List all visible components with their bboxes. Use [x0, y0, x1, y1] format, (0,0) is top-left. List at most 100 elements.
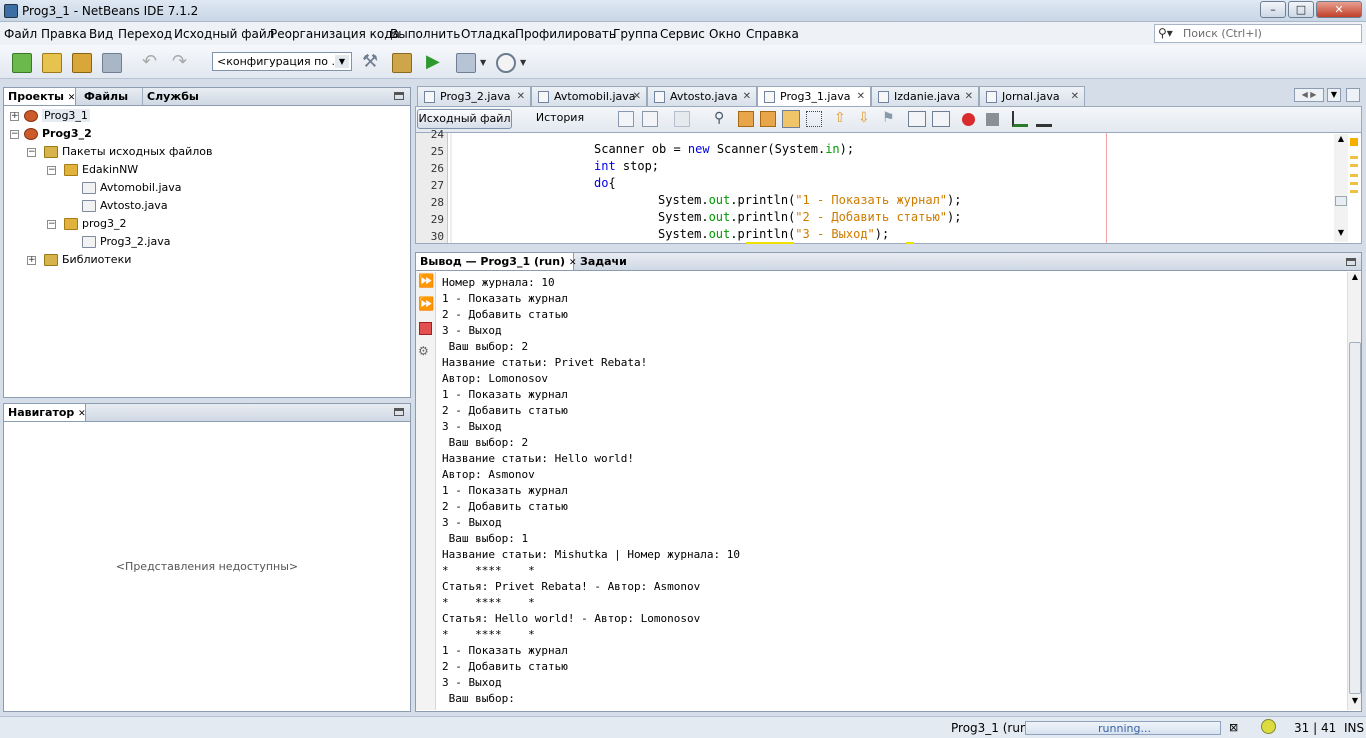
close-icon[interactable]: ✕ — [965, 91, 973, 102]
debug-icon[interactable] — [456, 53, 476, 73]
find-previous-icon[interactable] — [738, 111, 754, 127]
save-all-icon[interactable] — [102, 53, 122, 73]
menu-debug[interactable]: Отладка — [461, 27, 515, 41]
expand-icon[interactable]: + — [10, 112, 19, 121]
tree-item-file[interactable]: Avtosto.java — [82, 199, 168, 212]
minimize-panel-icon[interactable] — [394, 92, 404, 100]
rerun-icon[interactable]: ⏩ — [418, 275, 434, 289]
occurrence-marker[interactable] — [1350, 182, 1358, 185]
menu-file[interactable]: Файл — [4, 27, 37, 41]
forward-icon[interactable] — [674, 111, 690, 127]
close-icon[interactable]: ✕ — [517, 91, 525, 102]
start-macro-icon[interactable] — [962, 113, 975, 126]
occurrence-marker[interactable] — [1350, 156, 1358, 159]
warning-marker[interactable] — [1350, 138, 1358, 146]
scroll-up-icon[interactable]: ▲ — [1334, 134, 1348, 148]
comment-icon[interactable] — [1012, 111, 1028, 127]
menu-run[interactable]: Выполнить — [390, 27, 460, 41]
editor-tab[interactable]: Jornal.java ✕ — [979, 86, 1085, 106]
tree-item-package-prog3-2[interactable]: prog3_2 — [64, 217, 126, 230]
menu-window[interactable]: Окно — [709, 27, 741, 41]
last-edit-icon[interactable] — [618, 111, 634, 127]
menu-profile[interactable]: Профилировать — [515, 27, 616, 41]
occurrence-marker[interactable] — [1350, 164, 1358, 167]
close-icon[interactable]: ✕ — [633, 91, 641, 102]
close-icon[interactable]: ✕ — [1071, 91, 1079, 102]
scroll-thumb[interactable] — [1335, 196, 1347, 206]
tab-list-chevron-down-icon[interactable]: ▼ — [1327, 88, 1341, 102]
stop-icon[interactable] — [419, 322, 432, 335]
editor-tab-active[interactable]: Prog3_1.java ✕ — [757, 86, 871, 106]
cancel-process-icon[interactable]: ⊠ — [1229, 721, 1238, 734]
tree-item-prog3-2[interactable]: Prog3_2 — [24, 127, 92, 140]
menu-tools[interactable]: Сервис — [660, 27, 705, 41]
tab-output[interactable]: Вывод — Prog3_1 (run) ✕ — [416, 253, 576, 270]
find-icon[interactable]: ⚲ — [714, 111, 730, 127]
close-icon[interactable]: ✕ — [68, 93, 76, 103]
tree-item-source-packages[interactable]: Пакеты исходных файлов — [44, 145, 212, 158]
menu-source[interactable]: Исходный файл — [174, 27, 274, 41]
settings-icon[interactable]: ⚙ — [418, 344, 433, 359]
new-project-icon[interactable] — [42, 53, 62, 73]
close-icon[interactable]: ✕ — [743, 91, 751, 102]
scroll-up-icon[interactable]: ▲ — [1348, 272, 1362, 286]
tab-projects[interactable]: Проекты ✕ — [4, 88, 76, 105]
editor-tab[interactable]: Prog3_2.java ✕ — [417, 86, 531, 106]
expand-icon[interactable]: + — [27, 256, 36, 265]
menu-help[interactable]: Справка — [746, 27, 799, 41]
occurrence-marker[interactable] — [1350, 190, 1358, 193]
rerun-with-params-icon[interactable]: ⏩ — [418, 298, 434, 312]
scroll-down-icon[interactable]: ▼ — [1348, 696, 1362, 710]
configuration-select[interactable]: <конфигурация по ... ▼ — [212, 52, 352, 71]
editor-scrollbar[interactable]: ▲ ▼ — [1334, 134, 1348, 242]
minimize-button[interactable]: – — [1260, 1, 1286, 18]
search-input[interactable]: ⚲▾ Поиск (Ctrl+I) — [1154, 24, 1362, 43]
output-scrollbar[interactable]: ▲ ▼ — [1347, 272, 1361, 710]
redo-icon[interactable]: ↷ — [172, 53, 192, 73]
tree-item-file[interactable]: Avtomobil.java — [82, 181, 182, 194]
notification-icon[interactable] — [1261, 719, 1276, 734]
output-text-area[interactable]: Название журнала: Mishutka Номер журнала:… — [438, 272, 1346, 710]
occurrence-marker[interactable] — [1350, 174, 1358, 177]
next-bookmark-icon[interactable]: ⇩ — [858, 111, 874, 127]
shift-left-icon[interactable] — [908, 111, 926, 127]
editor-tab[interactable]: Avtomobil.java ✕ — [531, 86, 647, 106]
new-file-icon[interactable] — [12, 53, 32, 73]
tab-files[interactable]: Файлы — [80, 88, 132, 105]
tab-navigator[interactable]: Навигатор ✕ — [4, 404, 86, 421]
maximize-button[interactable]: □ — [1288, 1, 1314, 18]
build-hammer-icon[interactable]: ⚒ — [362, 53, 382, 73]
back-icon[interactable] — [642, 111, 658, 127]
menu-team[interactable]: Группа — [613, 27, 658, 41]
toggle-highlight-icon[interactable] — [782, 110, 800, 128]
tab-tasks[interactable]: Задачи — [576, 253, 631, 270]
collapse-icon[interactable]: − — [47, 220, 56, 229]
tree-item-prog3-1[interactable]: Prog3_1 — [24, 109, 90, 122]
collapse-icon[interactable]: − — [27, 148, 36, 157]
close-icon[interactable]: ✕ — [857, 91, 865, 102]
previous-bookmark-icon[interactable]: ⇧ — [834, 111, 850, 127]
tree-item-package-edakinnw[interactable]: EdakinNW — [64, 163, 138, 176]
source-tab[interactable]: Исходный файл — [417, 109, 512, 129]
undo-icon[interactable]: ↶ — [142, 53, 162, 73]
menu-navigate[interactable]: Переход — [118, 27, 172, 41]
close-icon[interactable]: ✕ — [78, 409, 86, 419]
shift-right-icon[interactable] — [932, 111, 950, 127]
run-icon[interactable]: ▶ — [426, 53, 446, 73]
menu-edit[interactable]: Правка — [41, 27, 87, 41]
rectangular-selection-icon[interactable] — [806, 111, 822, 127]
toggle-bookmark-icon[interactable]: ⚑ — [882, 111, 898, 127]
history-tab[interactable]: История — [520, 109, 600, 129]
find-next-icon[interactable] — [760, 111, 776, 127]
tree-item-libraries[interactable]: Библиотеки — [44, 253, 131, 266]
minimize-panel-icon[interactable] — [394, 408, 404, 416]
debug-dropdown-icon[interactable]: ▼ — [480, 53, 490, 73]
scroll-thumb[interactable] — [1349, 342, 1361, 694]
open-project-icon[interactable] — [72, 53, 92, 73]
uncomment-icon[interactable] — [1036, 111, 1052, 127]
maximize-editor-icon[interactable] — [1346, 88, 1360, 102]
editor-tab[interactable]: Avtosto.java ✕ — [647, 86, 757, 106]
minimize-panel-icon[interactable] — [1346, 258, 1356, 266]
scroll-down-icon[interactable]: ▼ — [1334, 228, 1348, 242]
menu-refactor[interactable]: Реорганизация кода — [270, 27, 400, 41]
